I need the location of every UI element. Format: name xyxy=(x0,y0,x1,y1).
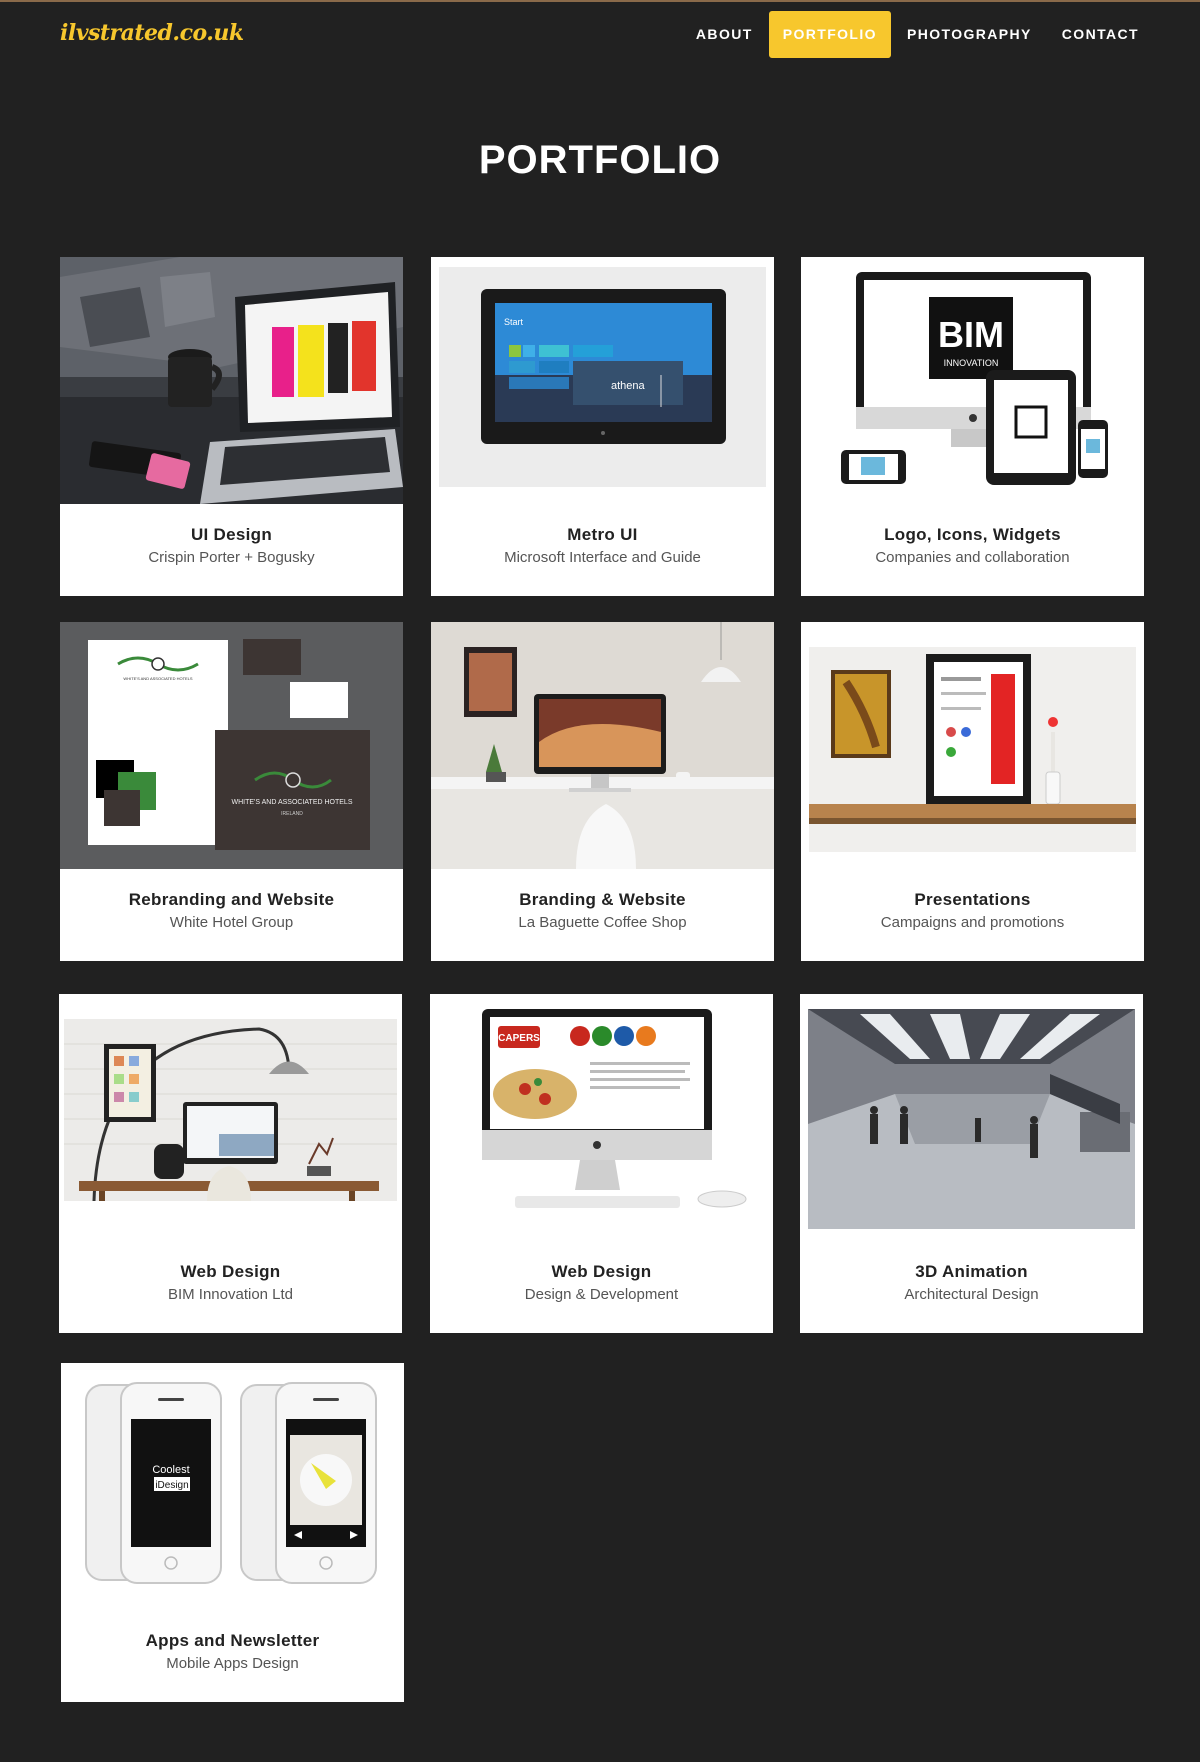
brand-text-folder: WHITE'S AND ASSOCIATED HOTELS xyxy=(231,799,352,806)
imac-workspace-image xyxy=(431,622,774,869)
card-subtitle: Microsoft Interface and Guide xyxy=(504,549,701,566)
card-subtitle: Campaigns and promotions xyxy=(880,914,1065,931)
card-subtitle: BIM Innovation Ltd xyxy=(167,1286,294,1303)
portfolio-card-3d-animation[interactable]: 3D Animation Architectural Design xyxy=(800,994,1143,1333)
nav-about[interactable]: ABOUT xyxy=(682,11,767,58)
capers-logo: CAPERS xyxy=(498,1033,540,1044)
brand-text-letterhead: WHITE'S AND ASSOCIATED HOTELS xyxy=(123,676,192,681)
metro-start-label: Start xyxy=(504,317,524,327)
card-title: Branding & Website xyxy=(519,890,686,909)
card-title: Web Design xyxy=(551,1262,652,1281)
capers-imac-image: CAPERS xyxy=(430,994,773,1241)
card-title: UI Design xyxy=(190,525,273,544)
nav-photography[interactable]: PHOTOGRAPHY xyxy=(893,11,1046,58)
site-logo[interactable]: ilvstrated.co.uk xyxy=(60,20,244,46)
card-subtitle: Design & Development xyxy=(524,1286,679,1303)
portfolio-card-logo-icons-widgets[interactable]: BIM INNOVATION Logo, Icons, Widgets Comp… xyxy=(801,257,1144,596)
tablet-metro-ui-image: Start athena xyxy=(431,257,774,504)
metro-athena-label: athena xyxy=(611,380,646,392)
card-title: 3D Animation xyxy=(915,1262,1028,1281)
card-subtitle: La Baguette Coffee Shop xyxy=(518,914,687,931)
portfolio-card-rebranding-website[interactable]: WHITE'S AND ASSOCIATED HOTELS WHITE'S AN… xyxy=(60,622,403,961)
portfolio-card-web-design-bim[interactable]: Web Design BIM Innovation Ltd xyxy=(59,994,402,1333)
card-title: Metro UI xyxy=(567,525,638,544)
portfolio-card-web-design-capers[interactable]: CAPERS Web Design Design & Development xyxy=(430,994,773,1333)
card-subtitle: Companies and collaboration xyxy=(875,549,1070,566)
bim-devices-image: BIM INNOVATION xyxy=(801,257,1144,504)
card-title: Web Design xyxy=(180,1262,281,1281)
brand-subtext-folder: IRELAND xyxy=(281,811,303,817)
card-title: Rebranding and Website xyxy=(128,890,335,909)
portfolio-card-metro-ui[interactable]: Start athena Metro UI Microsoft Interfac… xyxy=(431,257,774,596)
nav-portfolio[interactable]: PORTFOLIO xyxy=(768,11,891,58)
top-accent-line xyxy=(0,0,1200,2)
card-subtitle: Mobile Apps Design xyxy=(166,1655,299,1672)
portfolio-card-branding-website[interactable]: Branding & Website La Baguette Coffee Sh… xyxy=(431,622,774,961)
app-name-text: Coolest xyxy=(152,1464,189,1476)
arc-lamp-desk-image xyxy=(59,994,402,1241)
card-subtitle: Architectural Design xyxy=(904,1286,1039,1303)
main-nav: ABOUT PORTFOLIO PHOTOGRAPHY CONTACT xyxy=(680,11,1153,58)
card-title: Apps and Newsletter xyxy=(145,1631,320,1650)
card-title: Presentations xyxy=(914,890,1031,909)
portfolio-card-presentations[interactable]: Presentations Campaigns and promotions xyxy=(801,622,1144,961)
card-subtitle: Crispin Porter + Bogusky xyxy=(148,549,315,566)
app-name-text-2: iDesign xyxy=(155,1480,188,1491)
nav-contact[interactable]: CONTACT xyxy=(1048,11,1153,58)
card-subtitle: White Hotel Group xyxy=(169,914,294,931)
laptop-on-desk-image xyxy=(60,257,403,504)
station-render-image xyxy=(800,994,1143,1241)
framed-posters-image xyxy=(801,622,1144,869)
bim-logo-subtext: INNOVATION xyxy=(944,358,999,368)
card-title: Logo, Icons, Widgets xyxy=(884,525,1061,544)
hotel-stationery-image: WHITE'S AND ASSOCIATED HOTELS WHITE'S AN… xyxy=(60,622,403,869)
portfolio-card-ui-design[interactable]: UI Design Crispin Porter + Bogusky xyxy=(60,257,403,596)
iphones-app-image: Coolest iDesign xyxy=(61,1363,404,1610)
page-title: PORTFOLIO xyxy=(478,138,722,182)
portfolio-card-apps-newsletter[interactable]: Coolest iDesign Apps and Newsletter Mobi… xyxy=(61,1363,404,1702)
bim-logo-text: BIM xyxy=(938,314,1004,355)
